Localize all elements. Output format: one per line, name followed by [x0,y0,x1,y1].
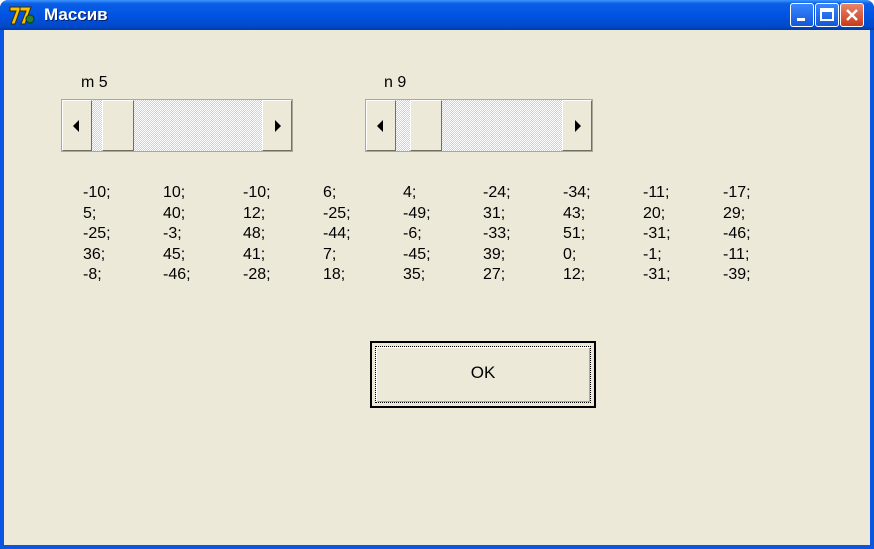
matrix-cell: -45; [403,245,431,263]
matrix-cell: -10; [243,184,271,201]
matrix-cell: 7; [323,245,337,263]
ok-button-label: OK [470,363,496,382]
matrix-cell: -31; [643,225,671,242]
matrix-cell: -25; [83,225,111,242]
matrix-cell: 5; [83,204,97,222]
title-bar[interactable]: Массив [0,0,874,30]
matrix-cell: 48; [243,225,266,242]
delphi-app-icon [8,4,38,26]
matrix-cell: 43; [563,204,586,222]
matrix-cell: -10; [83,184,111,201]
matrix-cell: 40; [163,204,186,222]
m-scroll-thumb[interactable] [102,100,134,151]
matrix-cell: 29; [723,204,746,222]
matrix-cell: -34; [563,184,591,201]
matrix-cell: 4; [403,184,417,201]
matrix-cell: -28; [243,266,271,283]
matrix-cell: 12; [563,266,586,283]
window-title: Массив [44,5,108,24]
n-label: n 9 [384,74,407,91]
matrix-cell: 45; [163,245,186,263]
matrix-cell: 36; [83,245,106,263]
matrix-cell: -3; [163,225,182,242]
maximize-button[interactable] [815,3,839,27]
matrix-cell: 41; [243,245,266,263]
matrix-cell: -11; [643,184,670,201]
matrix-cell: 0; [563,245,577,263]
matrix-cell: -46; [723,225,751,242]
matrix-cell: -46; [163,266,191,283]
matrix-cell: 10; [163,184,186,201]
matrix-cell: -11; [723,245,750,263]
matrix-cell: -24; [483,184,511,201]
matrix-cell: 12; [243,204,266,222]
n-scroll-left-button[interactable] [366,100,396,151]
matrix-cell: -17; [723,184,751,201]
matrix-cell: 20; [643,204,666,222]
n-scrollbar[interactable] [365,99,593,152]
minimize-button[interactable] [790,3,814,27]
matrix-cell: 51; [563,225,586,242]
matrix-cell: -8; [83,266,102,283]
matrix-cell: -44; [323,225,351,242]
matrix-cell: 27; [483,266,506,283]
matrix-cell: 31; [483,204,506,222]
n-scroll-thumb[interactable] [410,100,442,151]
m-scroll-left-button[interactable] [62,100,92,151]
n-scroll-right-button[interactable] [562,100,592,151]
matrix-cell: 35; [403,266,426,283]
matrix-cell: -39; [723,266,751,283]
m-label: m 5 [81,74,108,91]
close-button[interactable] [840,3,864,27]
m-scrollbar[interactable] [61,99,293,152]
matrix-cell: -33; [483,225,511,242]
matrix-cell: 18; [323,266,346,283]
matrix-cell: 39; [483,245,506,263]
matrix-cell: 6; [323,184,337,201]
m-scroll-right-button[interactable] [262,100,292,151]
matrix-cell: -1; [643,245,662,263]
matrix-cell: -49; [403,204,431,222]
matrix-cell: -31; [643,266,671,283]
main-window: Массив m 5 n 9 -10; 10; -10; 6; 4; -24; … [0,0,874,549]
matrix-cell: -25; [323,204,351,222]
matrix-cell: -6; [403,225,422,242]
ok-button[interactable]: OK [370,341,596,408]
